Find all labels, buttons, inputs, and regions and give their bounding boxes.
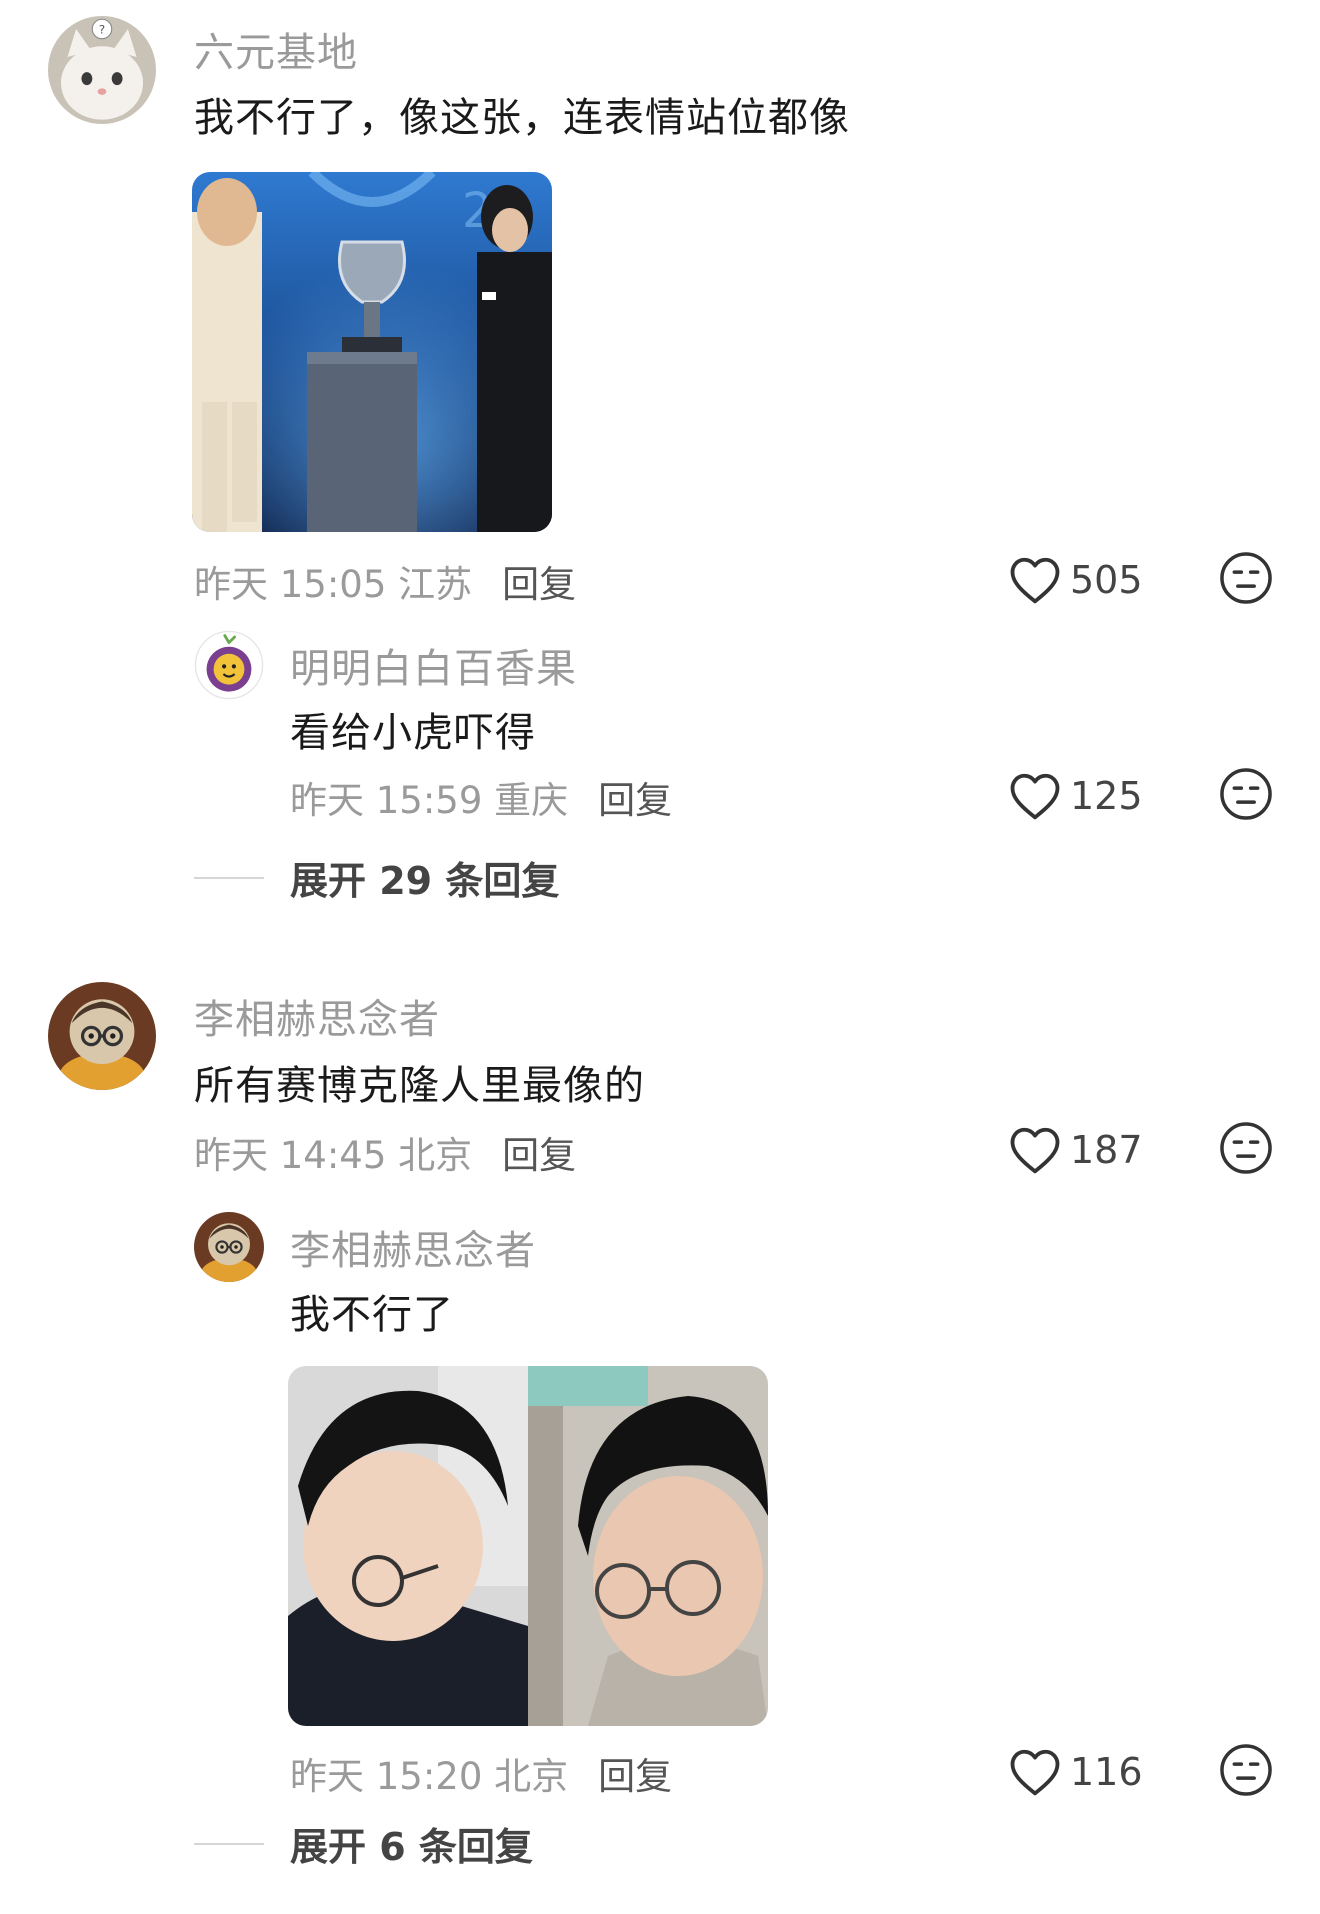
neutral-face-icon [1220,552,1272,604]
reply-time: 昨天 15:59 重庆 [290,779,569,822]
reply-button[interactable]: 回复 [502,1134,576,1177]
plush-doll-avatar-icon [194,1212,264,1282]
comment-time: 昨天 14:45 北京 [194,1134,473,1177]
like-count: 116 [1070,1750,1143,1794]
avatar[interactable] [48,982,156,1090]
reaction-button[interactable] [1218,550,1274,606]
reply-button[interactable]: 回复 [502,563,576,606]
expand-replies-button[interactable]: 展开 29 条回复 [194,850,559,905]
reply-meta: 昨天 15:59 重庆 回复 [290,770,672,824]
reaction-button[interactable] [1218,1120,1274,1176]
cat-avatar-icon: ? [48,16,156,124]
comment-meta: 昨天 15:05 江苏 回复 [194,554,576,608]
avatar[interactable] [194,1212,264,1282]
comment-meta: 昨天 14:45 北京 回复 [194,1125,576,1179]
reply-image[interactable] [288,1366,768,1726]
comment-time: 昨天 15:05 江苏 [194,563,473,606]
heart-icon [1010,1127,1060,1174]
comment-list: ? 六元基地 我不行了，像这张，连表情站位都像 23 [0,0,1320,1914]
neutral-face-icon [1220,1122,1272,1174]
svg-text:?: ? [99,22,105,36]
reply-button[interactable]: 回复 [598,1755,672,1798]
side-by-side-faces-photo [288,1366,768,1726]
plush-doll-avatar-icon [48,982,156,1090]
comment-username[interactable]: 六元基地 [194,20,358,78]
expand-replies-label: 展开 6 条回复 [290,1825,533,1869]
comment-text[interactable]: 我不行了，像这张，连表情站位都像 [194,85,850,143]
divider-line [194,876,264,879]
like-button[interactable]: 116 [1008,1744,1143,1800]
reply-text[interactable]: 我不行了 [290,1282,454,1340]
heart-icon [1010,773,1060,820]
heart-icon [1010,1749,1060,1796]
reaction-button[interactable] [1218,766,1274,822]
reply-button[interactable]: 回复 [598,779,672,822]
reply-username[interactable]: 明明白白百香果 [290,636,577,694]
comment-image[interactable]: 23 [192,172,552,532]
like-button[interactable]: 125 [1008,768,1143,824]
avatar[interactable] [194,630,264,700]
passion-fruit-avatar-icon [194,630,264,700]
expand-replies-label: 展开 29 条回复 [290,859,560,903]
reaction-button[interactable] [1218,1742,1274,1798]
avatar[interactable]: ? [48,16,156,124]
comment-username[interactable]: 李相赫思念者 [194,987,440,1045]
heart-icon [1010,557,1060,604]
like-count: 125 [1070,774,1143,818]
comment-text[interactable]: 所有赛博克隆人里最像的 [194,1053,645,1111]
like-button[interactable]: 505 [1008,552,1143,608]
neutral-face-icon [1220,768,1272,820]
reply-text[interactable]: 看给小虎吓得 [290,700,536,758]
like-count: 187 [1070,1128,1143,1172]
expand-replies-button[interactable]: 展开 6 条回复 [194,1816,533,1871]
reply-username[interactable]: 李相赫思念者 [290,1218,536,1276]
like-button[interactable]: 187 [1008,1122,1143,1178]
trophy-stage-photo: 23 [192,172,552,532]
divider-line [194,1842,264,1845]
reply-meta: 昨天 15:20 北京 回复 [290,1746,672,1800]
like-count: 505 [1070,558,1143,602]
neutral-face-icon [1220,1744,1272,1796]
reply-time: 昨天 15:20 北京 [290,1755,569,1798]
